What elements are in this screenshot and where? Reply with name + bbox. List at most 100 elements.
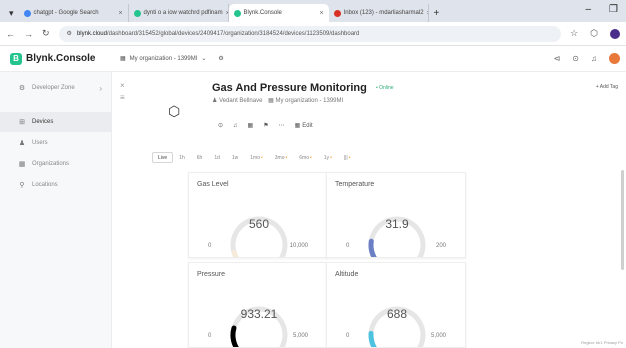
pro-badge-icon: • bbox=[310, 154, 312, 161]
browser-tab-gmail[interactable]: Inbox (123) - mdarliasharmal2 × bbox=[329, 4, 429, 22]
time-range-option[interactable]: ||| • bbox=[338, 152, 357, 163]
url-path: /dashboard/315452/global/devices/2409417… bbox=[106, 30, 360, 37]
minimize-button[interactable]: – bbox=[585, 4, 591, 15]
pro-badge-icon: • bbox=[285, 154, 288, 161]
footer-region: Region: blr1 Privacy Po bbox=[581, 340, 623, 345]
sidebar-item-label: Users bbox=[32, 140, 48, 146]
device-meta: ♟ Vedant Bellnave ▦ My organization - 13… bbox=[212, 97, 343, 104]
gauge-widget[interactable]: Temperature 31.9 0 200 bbox=[326, 172, 466, 258]
chevron-right-icon: › bbox=[99, 83, 102, 93]
reload-icon[interactable]: ↻ bbox=[42, 28, 50, 39]
time-range-option[interactable]: 1h bbox=[173, 152, 191, 163]
time-range-option[interactable]: 6mo • bbox=[293, 152, 318, 163]
time-range-label: 1y bbox=[323, 154, 330, 161]
user-avatar[interactable] bbox=[609, 53, 620, 64]
pro-badge-icon: • bbox=[348, 154, 351, 161]
browser-tab-google[interactable]: chatgpt - Google Search × bbox=[19, 4, 129, 22]
settings-gear-icon[interactable]: ⚙ bbox=[218, 55, 223, 62]
device-owner[interactable]: Vedant Bellnave bbox=[219, 98, 262, 104]
close-tab-icon[interactable]: × bbox=[319, 10, 323, 17]
gauge-value: 31.9 bbox=[385, 217, 409, 231]
datastreams-icon[interactable]: ▦ bbox=[248, 122, 254, 129]
widget-title: Altitude bbox=[335, 271, 359, 278]
widget-title: Temperature bbox=[335, 181, 375, 188]
time-range-option[interactable]: Live bbox=[152, 152, 174, 163]
pro-badge-icon: • bbox=[330, 154, 332, 161]
edit-button[interactable]: ▦ Edit bbox=[295, 122, 313, 130]
megaphone-icon[interactable]: ⊲ bbox=[554, 54, 561, 63]
time-range-label: 6h bbox=[196, 154, 203, 161]
device-organization[interactable]: My organization - 1399MI bbox=[275, 98, 343, 104]
gauge-max: 5,000 bbox=[292, 333, 308, 339]
browser-tab-blynk-other[interactable]: dynti o a iow watchrd pdfinam × bbox=[129, 4, 229, 22]
site-info-icon[interactable]: ⚙ bbox=[67, 30, 72, 37]
page-scrollbar[interactable] bbox=[621, 170, 624, 270]
menu-icon[interactable]: ≡ bbox=[120, 92, 125, 104]
time-range-option[interactable]: 1d bbox=[208, 152, 226, 163]
dashboard-icon[interactable]: ⊙ bbox=[218, 122, 223, 129]
time-range-label: 1d bbox=[214, 154, 220, 161]
gauge-widget[interactable]: Gas Level 560 0 10,000 bbox=[188, 172, 328, 258]
gauge-widget[interactable]: Altitude 688 0 5,000 bbox=[326, 262, 466, 348]
close-icon[interactable]: × bbox=[120, 80, 125, 92]
devices-icon: ⊞ bbox=[19, 119, 25, 126]
blynk-favicon-icon bbox=[233, 9, 241, 17]
time-range-label: 1h bbox=[179, 154, 185, 161]
sidebar-item-label: Locations bbox=[32, 182, 58, 188]
browser-tab-strip: ▾ chatgpt - Google Search × dynti o a io… bbox=[0, 0, 626, 22]
organizations-icon: ▦ bbox=[18, 161, 26, 168]
time-range-option[interactable]: 1mo • bbox=[244, 152, 269, 163]
owner-icon: ♟ bbox=[212, 98, 218, 104]
time-range-option[interactable]: 3mo • bbox=[269, 152, 294, 163]
more-options-icon[interactable]: ⋯ bbox=[279, 122, 285, 129]
pro-badge-icon: • bbox=[261, 154, 263, 161]
browser-tab-blynk-console[interactable]: Blynk.Console × bbox=[228, 4, 329, 22]
time-range-option[interactable]: 1y • bbox=[318, 152, 338, 163]
url-host: blynk.cloud bbox=[76, 30, 107, 37]
bookmark-star-icon[interactable]: ☆ bbox=[570, 28, 578, 39]
gauge-min: 0 bbox=[208, 243, 212, 249]
organization-selector[interactable]: ▦ My organization - 1399MI ⌄ ⚙ bbox=[112, 55, 224, 63]
sidebar-item-locations[interactable]: ⚲ Locations bbox=[0, 175, 112, 195]
brand[interactable]: B Blynk.Console bbox=[0, 52, 112, 65]
widget-title: Gas Level bbox=[197, 181, 229, 188]
sidebar-item-devices[interactable]: ⊞ Devices bbox=[0, 112, 112, 132]
forward-arrow-icon[interactable]: → bbox=[24, 29, 33, 39]
maximize-button[interactable]: ❐ bbox=[609, 4, 618, 15]
add-tag-button[interactable]: + Add Tag bbox=[596, 84, 618, 90]
gauge-widget[interactable]: Pressure 933.21 0 5,000 bbox=[188, 262, 328, 348]
locations-icon: ⚲ bbox=[19, 182, 25, 189]
sidebar-item-users[interactable]: ♟ Users bbox=[0, 133, 112, 153]
extensions-icon[interactable]: ⬡ bbox=[590, 28, 598, 39]
url-field[interactable]: ⚙ blynk.cloud /dashboard/315452/global/d… bbox=[58, 25, 562, 42]
time-range-option[interactable]: 6h bbox=[191, 152, 209, 163]
device-title: Gas And Pressure Monitoring bbox=[212, 82, 367, 94]
back-arrow-icon[interactable]: ← bbox=[6, 29, 15, 39]
organization-name: My organization - 1399MI bbox=[129, 55, 198, 62]
sidebar-item-organizations[interactable]: ▦ Organizations bbox=[0, 154, 112, 174]
help-icon[interactable]: ⊙ bbox=[572, 54, 579, 63]
gauge-min: 0 bbox=[346, 333, 350, 339]
tab-list-button[interactable]: ▾ bbox=[4, 8, 19, 22]
blynk-logo-icon: B bbox=[10, 52, 22, 65]
sidebar-item-developer-zone[interactable]: ⚙ Developer Zone › bbox=[0, 78, 112, 98]
metadata-icon[interactable]: ⚑ bbox=[263, 122, 268, 129]
profile-avatar[interactable] bbox=[610, 28, 620, 39]
notifications-bell-icon[interactable]: ♫ bbox=[591, 54, 597, 63]
time-range-selector: Live 1h 6h 1d 1w 1mo • 3mo • 6mo • 1y • ||| • bbox=[152, 152, 357, 163]
time-range-option[interactable]: 1w bbox=[226, 152, 244, 163]
gauge-fill bbox=[368, 238, 377, 257]
gauge-value: 560 bbox=[248, 217, 270, 231]
notifications-icon[interactable]: ♫ bbox=[233, 123, 238, 129]
edit-label: Edit bbox=[302, 122, 313, 129]
close-tab-icon[interactable]: × bbox=[118, 10, 122, 17]
tab-title: chatgpt - Google Search bbox=[33, 10, 99, 16]
new-tab-button[interactable]: + bbox=[429, 8, 445, 22]
gauge-fill bbox=[231, 249, 239, 257]
gauge-max: 5,000 bbox=[430, 333, 446, 339]
sidebar-item-label: Organizations bbox=[32, 161, 70, 167]
widget-title: Pressure bbox=[197, 271, 226, 278]
time-range-label: 1mo bbox=[250, 154, 261, 161]
developer-zone-icon: ⚙ bbox=[18, 85, 26, 92]
time-range-label: 3mo bbox=[274, 154, 285, 161]
